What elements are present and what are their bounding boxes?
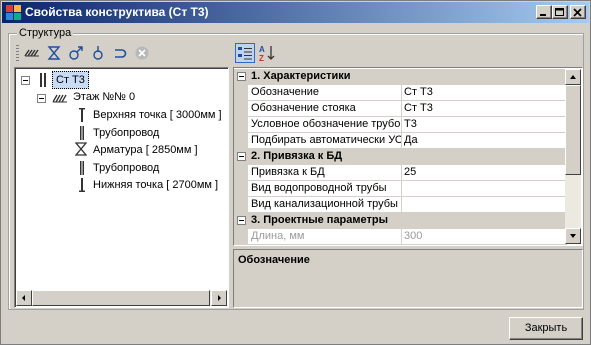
add-floor-button[interactable] <box>22 43 42 63</box>
title-bar[interactable]: Свойства конструктива (Ст Т3) <box>2 2 589 23</box>
add-riser-button[interactable] <box>66 43 86 63</box>
category-expander[interactable] <box>237 72 246 81</box>
property-grid-toolbar: AZ <box>233 40 583 66</box>
sort-az-icon: AZ <box>259 45 275 62</box>
category-title: 1. Характеристики <box>251 70 351 82</box>
delete-button[interactable] <box>132 43 152 63</box>
category-db-binding[interactable]: 2. Привязка к БД <box>234 149 567 165</box>
category-title: 2. Привязка к БД <box>251 150 343 162</box>
tree-horizontal-scrollbar[interactable] <box>16 290 227 306</box>
property-row[interactable]: Обозначение стояка Ст Т3 <box>234 101 567 117</box>
property-name: Подбирать автоматически УО <box>251 134 401 146</box>
category-title: 3. Проектные параметры <box>251 214 389 226</box>
scroll-right-button[interactable] <box>211 290 227 306</box>
close-window-button[interactable] <box>570 5 586 19</box>
arrow-up-icon <box>570 75 576 79</box>
minimize-icon <box>540 14 546 16</box>
property-row[interactable]: Обозначение Ст Т3 <box>234 85 567 101</box>
categorized-button[interactable] <box>235 43 255 63</box>
property-value[interactable]: Ст Т3 <box>404 86 433 98</box>
scroll-left-button[interactable] <box>16 290 32 306</box>
arrow-down-icon <box>570 234 576 238</box>
structure-groupbox-label: Структура <box>17 27 74 39</box>
riser-pipe-icon <box>40 73 46 87</box>
arrow-right-icon <box>218 295 221 301</box>
property-name: Обозначение <box>251 86 320 98</box>
pipe-icon <box>80 161 84 175</box>
close-button[interactable]: Закрыть <box>509 317 583 340</box>
scroll-up-button[interactable] <box>565 69 581 85</box>
pipe-icon <box>80 126 84 140</box>
return-button[interactable] <box>110 43 130 63</box>
property-value[interactable]: Т3 <box>404 118 417 130</box>
riser-icon <box>69 46 83 60</box>
property-value[interactable]: 25 <box>404 166 416 178</box>
minimize-button[interactable] <box>536 5 552 19</box>
structure-panel: Ст Т3 Этаж №№ 0 Верхняя точка [ 3000мм ]… <box>14 40 229 308</box>
pipe-icon <box>79 178 85 192</box>
valve-icon <box>75 142 87 156</box>
tree-item-label: Трубопровод <box>93 162 160 174</box>
pipe-icon <box>79 108 85 122</box>
category-project-params[interactable]: 3. Проектные параметры <box>234 213 567 229</box>
description-title: Обозначение <box>238 254 310 266</box>
grid-scroll-thumb[interactable] <box>565 85 581 175</box>
property-name: Вид канализационной трубы <box>251 198 398 210</box>
property-name: Длина, мм <box>251 230 305 242</box>
tree-expander-root[interactable] <box>21 76 30 85</box>
properties-window: Свойства конструктива (Ст Т3) Структура <box>0 0 591 345</box>
scroll-down-button[interactable] <box>565 228 581 244</box>
tree-item-root-label: Ст Т3 <box>52 71 89 89</box>
point-icon <box>93 46 103 60</box>
categorized-icon <box>238 47 252 60</box>
property-value[interactable]: Да <box>404 134 418 146</box>
property-row[interactable]: Вид водопроводной трубы <box>234 181 567 197</box>
category-expander[interactable] <box>237 216 246 225</box>
property-value[interactable]: Ст Т3 <box>404 102 433 114</box>
description-panel: Обозначение <box>233 249 583 308</box>
properties-panel: AZ 1. Характеристики Обозначение Ст Т3 Об… <box>233 40 583 308</box>
category-characteristics[interactable]: 1. Характеристики <box>234 69 567 85</box>
tree-item-label: Арматура [ 2850мм ] <box>93 144 198 156</box>
property-name: Обозначение стояка <box>251 102 356 114</box>
alphabetical-button[interactable]: AZ <box>257 43 277 63</box>
tree-expander-floor[interactable] <box>37 94 46 103</box>
tree-item-label: Верхняя точка [ 3000мм ] <box>93 109 222 121</box>
property-value: 300 <box>404 230 423 242</box>
window-title: Свойства конструктива (Ст Т3) <box>25 5 209 19</box>
close-icon <box>573 8 582 17</box>
property-row[interactable]: Привязка к БД 25 <box>234 165 567 181</box>
toolbar-grip[interactable] <box>16 45 19 61</box>
structure-tree[interactable]: Ст Т3 Этаж №№ 0 Верхняя точка [ 3000мм ]… <box>14 67 229 308</box>
property-row[interactable]: Вид канализационной трубы <box>234 197 567 213</box>
maximize-icon <box>555 8 564 16</box>
svg-text:A: A <box>259 45 265 54</box>
tree-item-label: Нижняя точка [ 2700мм ] <box>93 179 219 191</box>
maximize-button[interactable] <box>552 5 568 19</box>
add-valve-button[interactable] <box>44 43 64 63</box>
hatch-icon <box>52 94 67 103</box>
structure-toolbar <box>14 40 229 66</box>
property-row[interactable]: Подбирать автоматически УО Да <box>234 133 567 149</box>
return-icon <box>115 49 127 58</box>
add-point-button[interactable] <box>88 43 108 63</box>
delete-icon <box>135 46 149 60</box>
property-name: Привязка к БД <box>251 166 325 178</box>
tree-item-floor-label: Этаж №№ 0 <box>73 91 136 103</box>
property-row[interactable]: Длина, мм 300 <box>234 229 567 245</box>
property-name: Вид водопроводной трубы <box>251 182 387 194</box>
property-row[interactable]: Условное обозначение трубо Т3 <box>234 117 567 133</box>
tree-scroll-thumb[interactable] <box>32 290 210 306</box>
category-expander[interactable] <box>237 152 246 161</box>
grid-vertical-scrollbar[interactable] <box>565 69 581 244</box>
svg-text:Z: Z <box>259 54 264 62</box>
property-grid[interactable]: 1. Характеристики Обозначение Ст Т3 Обозн… <box>233 67 583 246</box>
hatch-icon <box>24 49 39 57</box>
app-icon <box>6 5 21 20</box>
tree-item-label: Трубопровод <box>93 127 160 139</box>
valve-icon <box>47 46 61 60</box>
arrow-left-icon <box>22 295 25 301</box>
property-name: Условное обозначение трубо <box>251 118 401 130</box>
